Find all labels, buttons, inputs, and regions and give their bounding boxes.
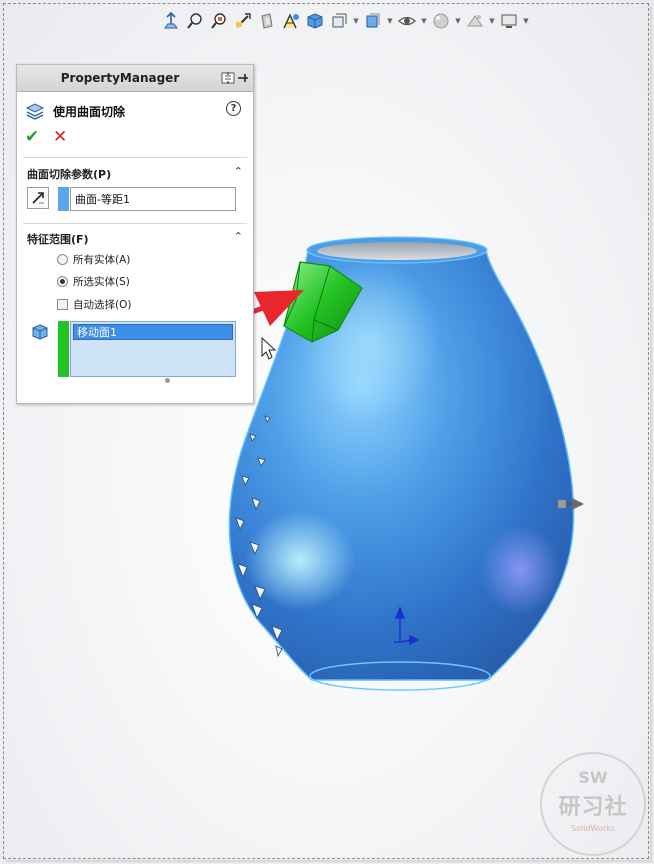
hide-show-icon[interactable]: [362, 9, 384, 33]
panel-header-controls: [221, 70, 249, 86]
feature-title-row: 使用曲面切除: [25, 101, 125, 121]
previous-view-icon[interactable]: [232, 9, 254, 33]
divider: [23, 223, 247, 224]
list-item[interactable]: 移动面1: [73, 324, 233, 340]
radio-label: 所选实体(S): [73, 276, 130, 288]
checkbox-indicator[interactable]: [57, 299, 68, 310]
chevron-down-icon[interactable]: ▼: [488, 17, 496, 25]
feature-name: 使用曲面切除: [53, 104, 126, 119]
ok-button[interactable]: ✔: [25, 127, 39, 147]
display-style-icon[interactable]: [328, 9, 350, 33]
watermark-main: 研习社: [558, 794, 628, 820]
group-title-params[interactable]: 曲面切除参数(P): [27, 166, 111, 182]
divider: [23, 157, 247, 158]
watermark-top: SW: [578, 768, 608, 787]
solid-body-icon: [29, 321, 51, 343]
radio-selected-bodies[interactable]: 所选实体(S): [57, 274, 130, 289]
chevron-down-icon[interactable]: ▼: [352, 17, 360, 25]
bodies-list[interactable]: 移动面1: [70, 321, 236, 377]
chevron-down-icon[interactable]: ▼: [386, 17, 394, 25]
checkbox-label: 自动选择(O): [73, 299, 132, 311]
view-settings-icon[interactable]: [498, 9, 520, 33]
panel-title: PropertyManager: [60, 71, 180, 85]
eye-icon[interactable]: [396, 9, 418, 33]
checkbox-auto-select[interactable]: 自动选择(O): [57, 297, 131, 312]
selection-color-strip: [58, 321, 69, 377]
help-icon[interactable]: ?: [226, 101, 241, 116]
edit-appearance-icon[interactable]: [430, 9, 452, 33]
pin-icon[interactable]: [237, 71, 249, 85]
collapse-chevron-icon[interactable]: ⌃: [234, 165, 243, 178]
radio-indicator[interactable]: [57, 254, 68, 265]
dynamic-annotation-icon[interactable]: [280, 9, 302, 33]
group-title-scope[interactable]: 特征范围(F): [27, 231, 89, 247]
list-resize-handle[interactable]: [165, 378, 170, 383]
surface-cut-icon: [25, 103, 45, 120]
mouse-cursor: [261, 336, 277, 360]
section-view-icon[interactable]: [256, 9, 278, 33]
heads-up-toolbar: ▼ ▼ ▼ ▼ ▼ ▼: [160, 6, 530, 36]
surface-selection-icon[interactable]: [27, 187, 49, 209]
chevron-down-icon[interactable]: ▼: [454, 17, 462, 25]
view-normal-icon[interactable]: [160, 9, 182, 33]
property-manager-header: PropertyManager: [17, 65, 253, 92]
radio-all-bodies[interactable]: 所有实体(A): [57, 252, 130, 267]
apply-scene-icon[interactable]: [464, 9, 486, 33]
cancel-button[interactable]: ✕: [53, 127, 67, 147]
zoom-area-icon[interactable]: [208, 9, 230, 33]
panel-expand-icon[interactable]: [221, 71, 235, 85]
graphics-area[interactable]: ▼ ▼ ▼ ▼ ▼ ▼ PropertyManager 使用曲面切除 ? ✔ ✕…: [0, 0, 654, 864]
collapse-chevron-icon[interactable]: ⌃: [234, 230, 243, 243]
radio-indicator[interactable]: [57, 276, 68, 287]
chevron-down-icon[interactable]: ▼: [420, 17, 428, 25]
selection-color-strip: [58, 187, 69, 211]
vase-opening: [317, 242, 477, 260]
radio-label: 所有实体(A): [73, 254, 131, 266]
surface-field[interactable]: 曲面-等距1: [70, 187, 236, 211]
property-manager-panel: PropertyManager 使用曲面切除 ? ✔ ✕ 曲面切除参数(P) ⌃…: [16, 64, 254, 404]
view-orientation-icon[interactable]: [304, 9, 326, 33]
highlight: [480, 525, 560, 615]
watermark-logo: SW 研习社 SolidWorks: [540, 752, 646, 856]
chevron-down-icon[interactable]: ▼: [522, 17, 530, 25]
watermark-sub: SolidWorks: [571, 824, 615, 833]
zoom-fit-icon[interactable]: [184, 9, 206, 33]
